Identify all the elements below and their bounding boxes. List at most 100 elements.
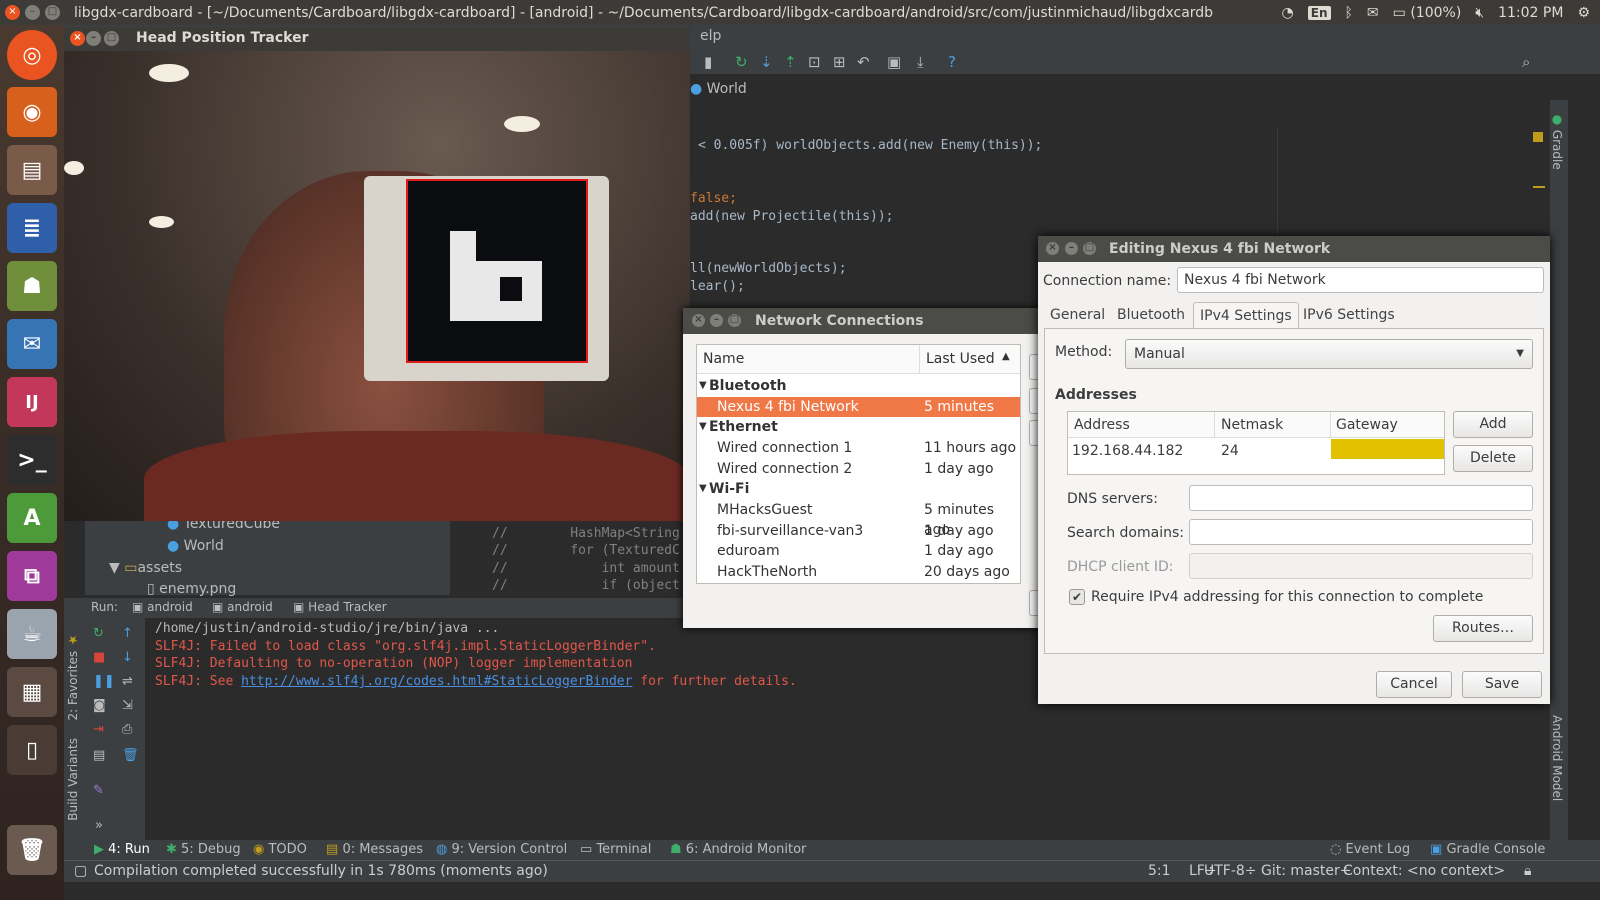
lock-icon[interactable]: 🔒︎ <box>1524 863 1531 879</box>
connection-row[interactable]: Wired connection 2 1 day ago <box>697 459 1020 479</box>
group-row[interactable]: ▼ Ethernet <box>697 417 1020 437</box>
help-icon[interactable]: ? <box>948 53 956 71</box>
workspace-icon[interactable]: ⧉ <box>7 551 57 601</box>
dns-servers-field[interactable] <box>1189 485 1533 511</box>
column-netmask[interactable]: Netmask <box>1221 417 1283 433</box>
maximize-icon[interactable]: □ <box>45 5 60 20</box>
search-domains-field[interactable] <box>1189 519 1533 545</box>
favorites-tool-tab[interactable]: 2: Favorites ★ <box>66 633 80 721</box>
files-icon[interactable]: ▤ <box>7 145 57 195</box>
volume-icon[interactable]: 🔇︎ <box>1475 5 1484 21</box>
scroll-to-end-icon[interactable]: ⇲ <box>122 698 133 713</box>
gradle-tool-tab[interactable]: ● Gradle <box>1550 112 1564 170</box>
clock[interactable]: 11:02 PM <box>1498 5 1563 21</box>
column-name[interactable]: Name <box>703 351 744 367</box>
status-toggle-icon[interactable]: ▢ <box>74 863 87 879</box>
run-tab-head-tracker[interactable]: ▣ Head Tracker <box>293 600 387 614</box>
connection-row[interactable]: Nexus 4 fbi Network 5 minutes ago <box>697 397 1020 435</box>
android-studio-icon[interactable]: A <box>7 493 57 543</box>
maximize-icon[interactable]: □ <box>728 314 741 327</box>
tab-android-monitor[interactable]: ☗ 6: Android Monitor <box>670 842 806 857</box>
sdk-manager-icon[interactable]: ⤓ <box>917 53 924 71</box>
tab-terminal[interactable]: ▭ Terminal <box>580 842 651 857</box>
warning-marker[interactable] <box>1533 132 1543 142</box>
camera-icon[interactable]: ◙ <box>93 698 106 713</box>
build-variants-tool-tab[interactable]: Build Variants <box>66 738 80 821</box>
up-arrow-icon[interactable]: ↑ <box>122 626 133 641</box>
tab-bluetooth[interactable]: Bluetooth <box>1111 302 1191 328</box>
git-branch[interactable]: Git: master÷ <box>1261 863 1352 879</box>
breadcrumb[interactable]: ● World <box>690 78 747 100</box>
history-icon[interactable]: ⊞ <box>833 53 846 71</box>
close-icon[interactable]: × <box>1046 242 1059 255</box>
pin-icon[interactable]: ✎ <box>93 783 104 798</box>
exit-icon[interactable]: ⇥ <box>93 722 104 737</box>
ubuntu-logo-icon[interactable]: ◎ <box>7 30 57 80</box>
maximize-icon[interactable]: □ <box>1083 242 1096 255</box>
addresses-table[interactable]: Address Netmask Gateway 192.168.44.182 2… <box>1067 411 1445 475</box>
mail-icon[interactable]: ✉ <box>1367 5 1379 21</box>
tab-messages[interactable]: ▤ 0: Messages <box>326 842 423 857</box>
console-link[interactable]: http://www.slf4j.org/codes.html#StaticLo… <box>241 674 632 689</box>
tab-gradle-console[interactable]: ▣ Gradle Console <box>1430 842 1545 857</box>
rerun-icon[interactable]: ↻ <box>93 626 104 641</box>
vcs-update-icon[interactable]: ⇣ <box>760 53 773 71</box>
add-button[interactable]: Add <box>1453 411 1533 438</box>
tab-version-control[interactable]: ◍ 9: Version Control <box>436 842 567 857</box>
connection-row[interactable]: Wired connection 1 11 hours ago <box>697 438 1020 458</box>
bluetooth-icon[interactable]: ᛒ <box>1345 5 1353 21</box>
minimize-icon[interactable]: – <box>25 5 40 20</box>
close-icon[interactable]: × <box>70 31 85 46</box>
delete-button[interactable]: Delete <box>1453 445 1533 472</box>
close-icon[interactable]: × <box>692 314 705 327</box>
address-cell[interactable]: 192.168.44.182 <box>1072 443 1183 459</box>
tab-ipv6-settings[interactable]: IPv6 Settings <box>1297 302 1401 328</box>
tab-todo[interactable]: ◉ TODO <box>253 842 307 857</box>
vcs-commit-icon[interactable]: ⇡ <box>784 53 797 71</box>
run-tab-android-2[interactable]: ▣ android <box>212 600 273 614</box>
gateway-cell[interactable] <box>1331 439 1444 459</box>
cancel-button[interactable]: Cancel <box>1376 671 1452 698</box>
tab-general[interactable]: General <box>1044 302 1111 328</box>
revert-icon[interactable]: ↶ <box>857 53 870 71</box>
routes-button[interactable]: Routes… <box>1433 615 1533 642</box>
tree-item-enemy-png[interactable]: ▯ enemy.png <box>147 581 236 597</box>
minimize-icon[interactable]: – <box>86 31 101 46</box>
connection-row[interactable]: fbi-surveillance-van3 1 day ago <box>697 521 1020 541</box>
print-icon[interactable]: ⎙ <box>122 722 132 737</box>
warning-stripe[interactable] <box>1533 186 1545 188</box>
clear-icon[interactable]: 🗑︎ <box>122 748 139 763</box>
close-icon[interactable]: × <box>5 5 20 20</box>
pause-icon[interactable]: ❚❚ <box>93 674 115 689</box>
connection-name-field[interactable]: Nexus 4 fbi Network <box>1177 267 1544 293</box>
maximize-icon[interactable]: □ <box>104 31 119 46</box>
gear-icon[interactable]: ⚙ <box>1577 5 1590 21</box>
group-row[interactable]: ▼ Wi-Fi <box>697 479 1020 499</box>
bookmark-icon[interactable]: ▮ <box>704 53 712 71</box>
tree-item-assets[interactable]: ▼ ▭assets <box>109 560 182 576</box>
wifi-icon[interactable]: ◔ <box>1282 5 1294 21</box>
compare-icon[interactable]: ⊡ <box>808 53 821 71</box>
tree-item-world[interactable]: ● World <box>167 538 224 554</box>
column-last-used[interactable]: Last Used <box>926 351 995 367</box>
column-gateway[interactable]: Gateway <box>1336 417 1398 433</box>
device-icon[interactable]: ▯ <box>7 725 57 775</box>
connection-row[interactable]: eduroam 1 day ago <box>697 541 1020 561</box>
intellij-icon[interactable]: IJ <box>7 377 57 427</box>
require-ipv4-checkbox[interactable]: ✔ <box>1069 589 1085 605</box>
netmask-cell[interactable]: 24 <box>1221 443 1239 459</box>
save-button[interactable]: Save <box>1462 671 1542 698</box>
file-encoding[interactable]: UTF-8÷ <box>1204 863 1257 879</box>
tab-ipv4-settings[interactable]: IPv4 Settings <box>1193 302 1299 328</box>
trash-icon[interactable]: 🗑︎ <box>7 825 57 875</box>
search-icon[interactable]: ⌕ <box>1522 53 1530 71</box>
connection-row[interactable]: HackTheNorth 20 days ago <box>697 562 1020 582</box>
sync-icon[interactable]: ↻ <box>735 53 748 71</box>
tab-debug[interactable]: ✱ 5: Debug <box>166 842 241 857</box>
keyboard-layout-indicator[interactable]: En <box>1307 5 1331 20</box>
workspaces-icon[interactable]: ▦ <box>7 667 57 717</box>
column-address[interactable]: Address <box>1074 417 1130 433</box>
soft-wrap-icon[interactable]: ⇌ <box>122 674 133 689</box>
android-icon[interactable]: ☗ <box>7 261 57 311</box>
more-icon[interactable]: » <box>95 818 103 833</box>
